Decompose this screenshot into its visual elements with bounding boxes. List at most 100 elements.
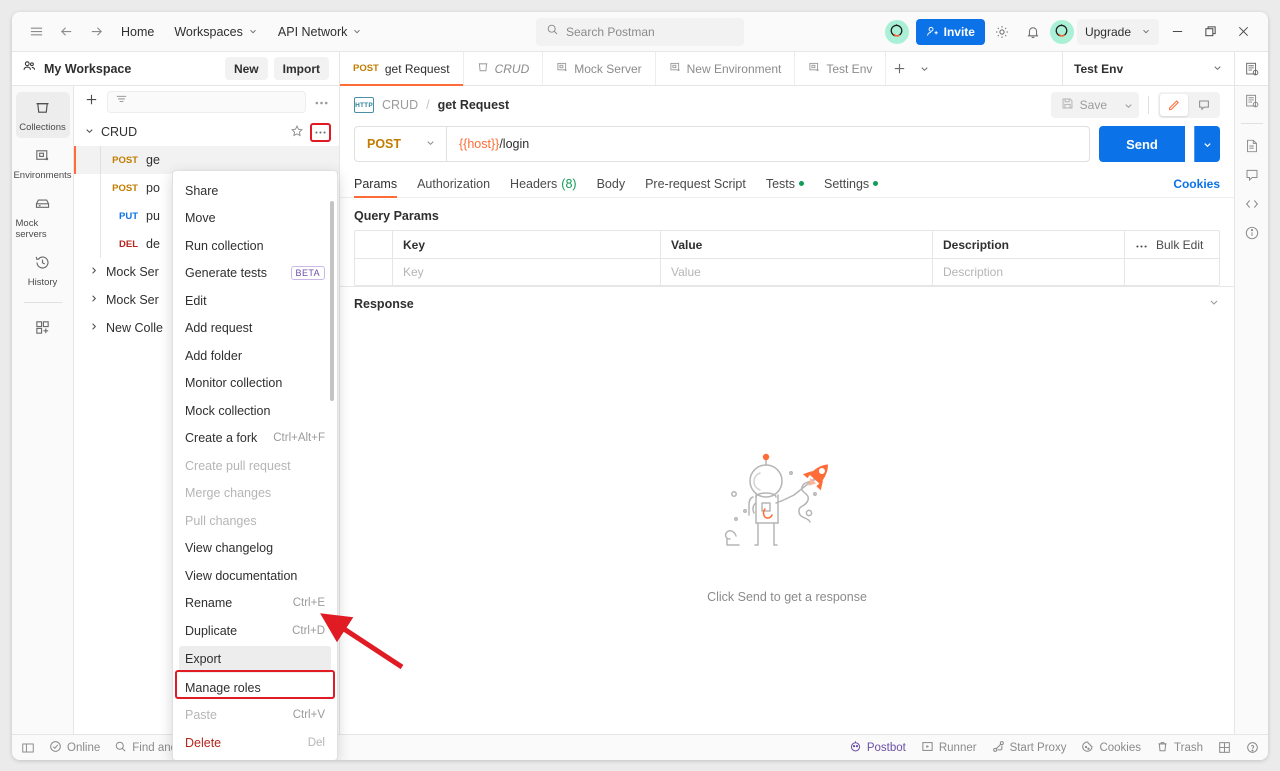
sidebar-item-collections[interactable]: Collections [15,92,70,138]
info-icon[interactable] [1244,225,1260,241]
breadcrumb-collection[interactable]: CRUD [382,98,418,112]
collection-row-crud[interactable]: CRUD [74,118,339,146]
search-input[interactable]: Search Postman [536,17,744,46]
menu-item-generate-tests[interactable]: Generate tests BETA [173,260,337,288]
postbot-button[interactable]: Postbot [849,740,906,756]
help-icon[interactable] [1246,741,1259,754]
send-options-chevron-icon[interactable] [1194,126,1220,162]
close-button[interactable] [1228,18,1258,46]
menu-item-edit[interactable]: Edit [173,287,337,315]
cookies-button[interactable]: Cookies [1081,740,1141,756]
comment-icon[interactable] [1190,94,1218,116]
menu-item-add-request[interactable]: Add request [173,315,337,343]
menu-item-run-collection[interactable]: Run collection [173,232,337,260]
chevron-right-icon[interactable] [88,321,99,335]
menu-item-create-a-fork[interactable]: Create a fork Ctrl+Alt+F [173,425,337,453]
ellipsis-icon[interactable] [1135,238,1148,252]
menu-item-view-changelog[interactable]: View changelog [173,535,337,563]
url-input[interactable]: {{host}}/login [447,137,541,151]
tab-body[interactable]: Body [587,170,636,197]
menu-item-manage-roles[interactable]: Manage roles [173,674,337,702]
row-checkbox-cell[interactable] [355,259,393,285]
tab-new-environment[interactable]: New Environment [656,52,796,85]
table-row[interactable]: Key Value Description [355,258,1219,285]
add-module-icon[interactable] [16,312,70,341]
env-quick-look-icon[interactable] [1234,52,1268,85]
start-proxy-button[interactable]: Start Proxy [992,740,1066,756]
context-menu-scrollbar[interactable] [330,201,334,401]
import-button[interactable]: Import [273,57,329,80]
collection-more-button[interactable] [310,122,331,142]
menu-item-add-folder[interactable]: Add folder [173,342,337,370]
menu-item-export[interactable]: Export [179,645,331,673]
environment-icon [556,61,568,76]
avatar[interactable] [1049,19,1074,44]
tab-tests[interactable]: Tests [756,170,814,197]
menu-item-monitor-collection[interactable]: Monitor collection [173,370,337,398]
sidebar-item-history[interactable]: History [16,247,70,293]
runner-button[interactable]: Runner [921,740,977,756]
arrow-left-icon[interactable] [52,18,80,46]
bulk-edit-button[interactable]: Bulk Edit [1156,238,1203,252]
tab-pre-request-script[interactable]: Pre-request Script [635,170,756,197]
key-input[interactable]: Key [393,259,661,285]
tab-authorization[interactable]: Authorization [407,170,500,197]
home-link[interactable]: Home [112,20,163,44]
tab-list-chevron-icon[interactable] [913,52,936,85]
bell-icon[interactable] [1019,18,1047,46]
sidebar-toggle-icon[interactable] [21,741,35,755]
api-network-menu[interactable]: API Network [269,20,371,44]
star-icon[interactable] [290,124,304,141]
save-button[interactable]: Save [1050,92,1117,118]
chevron-right-icon[interactable] [88,293,99,307]
chevron-down-icon[interactable] [1208,296,1220,311]
method-selector[interactable]: POST [355,127,447,161]
menu-icon[interactable] [22,18,50,46]
menu-item-view-documentation[interactable]: View documentation [173,562,337,590]
tab-get-request[interactable]: POST get Request [340,52,464,86]
description-input[interactable]: Description [933,259,1125,285]
plus-icon[interactable] [84,92,99,112]
arrow-right-icon[interactable] [82,18,110,46]
code-snippet-icon[interactable] [1244,93,1260,109]
menu-item-share[interactable]: Share [173,177,337,205]
menu-item-duplicate[interactable]: Duplicate Ctrl+D [173,617,337,645]
menu-item-move[interactable]: Move [173,205,337,233]
environment-selector[interactable]: Test Env [1062,52,1234,85]
new-tab-button[interactable] [886,52,913,85]
layout-icon[interactable] [1218,741,1231,754]
minimize-button[interactable] [1162,18,1192,46]
send-button[interactable]: Send [1099,126,1185,162]
invite-button[interactable]: Invite [915,18,985,45]
code-icon[interactable] [1244,196,1260,212]
comments-icon[interactable] [1244,167,1260,183]
menu-item-rename[interactable]: Rename Ctrl+E [173,590,337,618]
select-all-checkbox-cell[interactable] [355,231,393,258]
documentation-icon[interactable] [1244,138,1260,154]
workspaces-menu[interactable]: Workspaces [165,20,267,44]
menu-item-delete[interactable]: Delete Del [173,729,337,757]
tab-crud[interactable]: CRUD [464,52,544,85]
filter-input[interactable] [107,91,306,113]
chevron-right-icon[interactable] [88,265,99,279]
tab-test-env[interactable]: Test Env [795,52,887,85]
cookies-link[interactable]: Cookies [1173,177,1220,191]
tab-params[interactable]: Params [354,170,407,198]
tab-settings[interactable]: Settings [814,170,888,197]
sidebar-item-mock-servers[interactable]: Mock servers [16,188,70,245]
upgrade-button[interactable]: Upgrade [1076,18,1159,45]
chevron-down-icon[interactable] [84,125,95,139]
value-input[interactable]: Value [661,259,933,285]
menu-item-mock-collection[interactable]: Mock collection [173,397,337,425]
status-online[interactable]: Online [49,740,100,756]
new-button[interactable]: New [224,57,268,80]
pencil-icon[interactable] [1160,94,1188,116]
sidebar-more-icon[interactable] [314,95,329,109]
maximize-button[interactable] [1195,18,1225,46]
tab-headers[interactable]: Headers (8) [500,170,587,197]
tab-mock-server[interactable]: Mock Server [543,52,656,85]
save-options-chevron-icon[interactable] [1117,92,1139,118]
sidebar-item-environments[interactable]: Environments [13,140,72,186]
gear-icon[interactable] [988,18,1016,46]
trash-button[interactable]: Trash [1156,740,1203,756]
